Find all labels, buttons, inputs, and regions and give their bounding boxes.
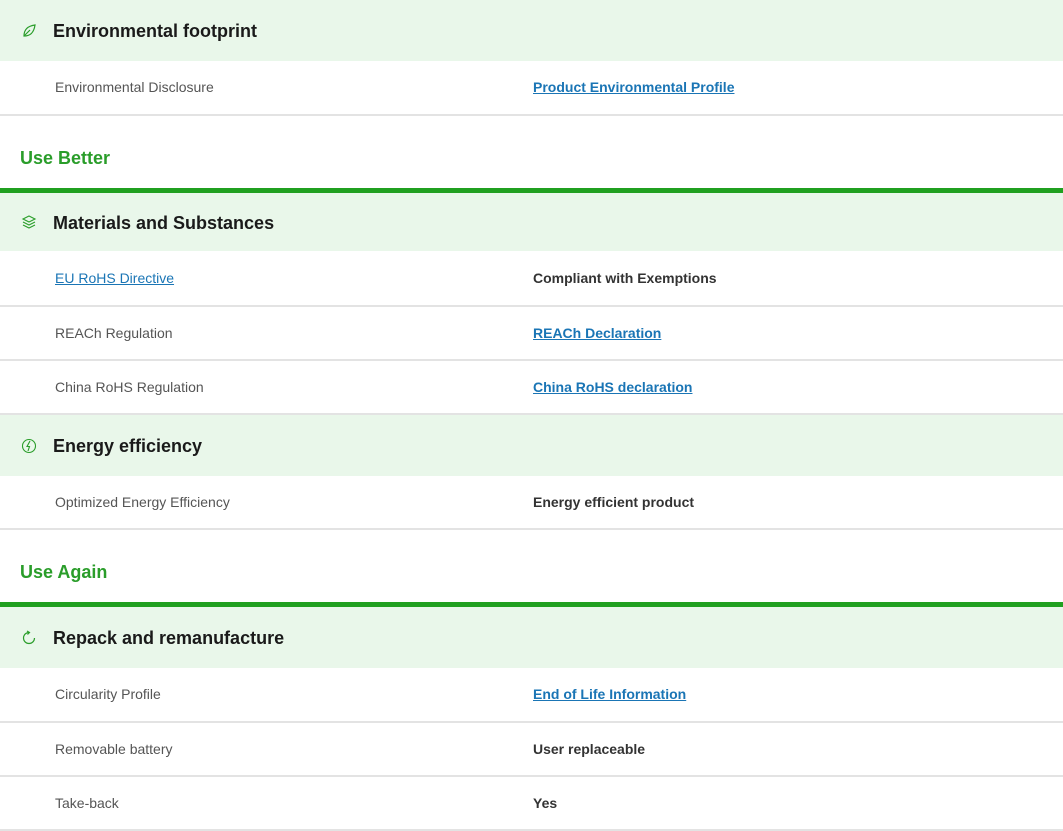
- refresh-icon: [20, 629, 38, 647]
- row-label: China RoHS Regulation: [55, 379, 204, 395]
- eu-rohs-directive-link[interactable]: EU RoHS Directive: [55, 251, 174, 305]
- row-label: REACh Regulation: [55, 325, 173, 341]
- table-row: REACh Regulation REACh Declaration: [0, 307, 1063, 361]
- row-label: Removable battery: [55, 741, 173, 757]
- table-row: Removable battery User replaceable: [0, 723, 1063, 777]
- row-value: Compliant with Exemptions: [533, 270, 717, 286]
- section-heading-use-better: Use Better: [20, 148, 111, 168]
- leaf-icon: [20, 22, 38, 40]
- china-rohs-declaration-link[interactable]: China RoHS declaration: [533, 361, 692, 413]
- table-row: Circularity Profile End of Life Informat…: [0, 668, 1063, 723]
- group-title: Energy efficiency: [53, 436, 203, 456]
- group-header-repack: Repack and remanufacture: [0, 607, 1063, 668]
- table-row: Take-back Yes: [0, 777, 1063, 831]
- group-header-materials: Materials and Substances: [0, 193, 1063, 251]
- layers-icon: [20, 212, 38, 230]
- row-value: User replaceable: [533, 741, 646, 757]
- product-environmental-profile-link[interactable]: Product Environmental Profile: [533, 61, 734, 114]
- row-label: Circularity Profile: [55, 686, 161, 702]
- group-header-environmental-footprint: Environmental footprint: [0, 0, 1063, 61]
- row-label: Environmental Disclosure: [55, 79, 214, 95]
- group-title: Materials and Substances: [53, 213, 275, 233]
- table-row: Environmental Disclosure Product Environ…: [0, 61, 1063, 116]
- table-row: Optimized Energy Efficiency Energy effic…: [0, 476, 1063, 530]
- row-value: Yes: [533, 795, 558, 811]
- reach-declaration-link[interactable]: REACh Declaration: [533, 307, 661, 359]
- table-row: China RoHS Regulation China RoHS declara…: [0, 361, 1063, 415]
- group-title: Environmental footprint: [53, 21, 257, 41]
- table-row: EU RoHS Directive Compliant with Exempti…: [0, 251, 1063, 307]
- group-header-energy-efficiency: Energy efficiency: [0, 415, 1063, 476]
- row-label: Optimized Energy Efficiency: [55, 494, 230, 510]
- section-heading-use-again: Use Again: [20, 562, 108, 582]
- row-value: Energy efficient product: [533, 494, 695, 510]
- energy-leaf-icon: [20, 437, 38, 455]
- end-of-life-information-link[interactable]: End of Life Information: [533, 668, 686, 721]
- group-title: Repack and remanufacture: [53, 628, 285, 648]
- row-label: Take-back: [55, 795, 119, 811]
